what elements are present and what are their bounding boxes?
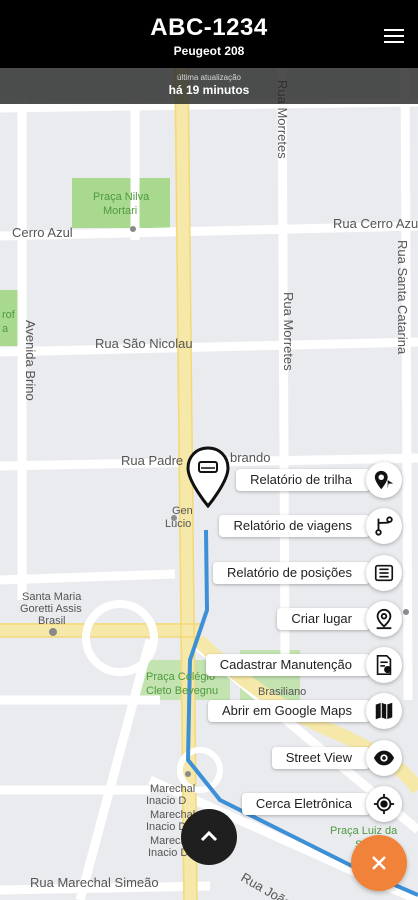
street-label: Avenida Brino xyxy=(23,320,38,401)
place-pin-icon[interactable] xyxy=(366,601,402,637)
last-update-value: há 19 minutos xyxy=(168,83,250,97)
poi-label: Santa Maria xyxy=(22,591,82,603)
chevron-up-icon xyxy=(200,830,218,842)
poi-label: Inacio D xyxy=(146,795,186,807)
street-label: Rua São Nicolau xyxy=(95,336,193,351)
fork-icon[interactable] xyxy=(366,508,402,544)
action-positions-report[interactable]: Relatório de posições xyxy=(182,555,402,591)
map-icon[interactable] xyxy=(366,693,402,729)
target-icon[interactable] xyxy=(366,786,402,822)
action-open-google-maps[interactable]: Abrir em Google Maps xyxy=(182,693,402,729)
park-label: Mortari xyxy=(103,205,137,217)
poi-label: Brasil xyxy=(38,615,66,627)
park-label: a xyxy=(2,323,9,335)
park-label: rof xyxy=(2,309,16,321)
eye-icon[interactable] xyxy=(366,740,402,776)
maintenance-doc-icon[interactable] xyxy=(366,647,402,683)
park-label: Praça Luiz da xyxy=(330,825,398,837)
poi-label: Goretti Assis xyxy=(20,603,82,615)
expand-up-button[interactable] xyxy=(181,809,237,865)
action-label[interactable]: Abrir em Google Maps xyxy=(207,700,370,722)
street-label: Rua Morretes xyxy=(281,292,296,371)
close-menu-button[interactable] xyxy=(351,835,407,891)
last-update-bar: última atualização há 19 minutos xyxy=(0,68,418,104)
action-label[interactable]: Cerca Eletrônica xyxy=(241,793,370,815)
action-track-report[interactable]: Relatório de trilha xyxy=(182,462,402,498)
action-label[interactable]: Criar lugar xyxy=(277,608,370,630)
action-street-view[interactable]: Street View xyxy=(182,740,402,776)
park-praca-nilva xyxy=(72,178,170,228)
action-register-maintenance[interactable]: Cadastrar Manutenção xyxy=(182,647,402,683)
action-label[interactable]: Relatório de viagens xyxy=(219,515,370,537)
park-label: Praça Nilva xyxy=(93,191,150,203)
vehicle-model: Peugeot 208 xyxy=(173,44,245,58)
app-header: ABC-1234 Peugeot 208 xyxy=(0,0,418,68)
close-icon xyxy=(372,856,386,870)
route-pin-icon[interactable] xyxy=(366,462,402,498)
street-label: Rua Santa Catarina xyxy=(395,240,410,355)
action-label[interactable]: Relatório de trilha xyxy=(236,469,370,491)
poi-label: Inacio D xyxy=(146,821,186,833)
vehicle-plate: ABC-1234 xyxy=(150,14,268,41)
last-update-label: última atualização xyxy=(176,73,242,82)
report-list-icon[interactable] xyxy=(366,555,402,591)
action-label[interactable]: Street View xyxy=(271,747,370,769)
street-label: Rua Marechal Simeão xyxy=(30,875,159,890)
action-create-place[interactable]: Criar lugar xyxy=(182,601,402,637)
street-label: Rua Cerro Azul xyxy=(333,216,418,231)
poi-label: Inacio D xyxy=(148,847,188,859)
action-label[interactable]: Cadastrar Manutenção xyxy=(205,654,370,676)
action-label[interactable]: Relatório de posições xyxy=(212,562,370,584)
street-label: Cerro Azul xyxy=(12,225,73,240)
street-label: Rua Padre xyxy=(121,453,183,468)
menu-icon[interactable] xyxy=(384,29,404,45)
action-trips-report[interactable]: Relatório de viagens xyxy=(182,508,402,544)
